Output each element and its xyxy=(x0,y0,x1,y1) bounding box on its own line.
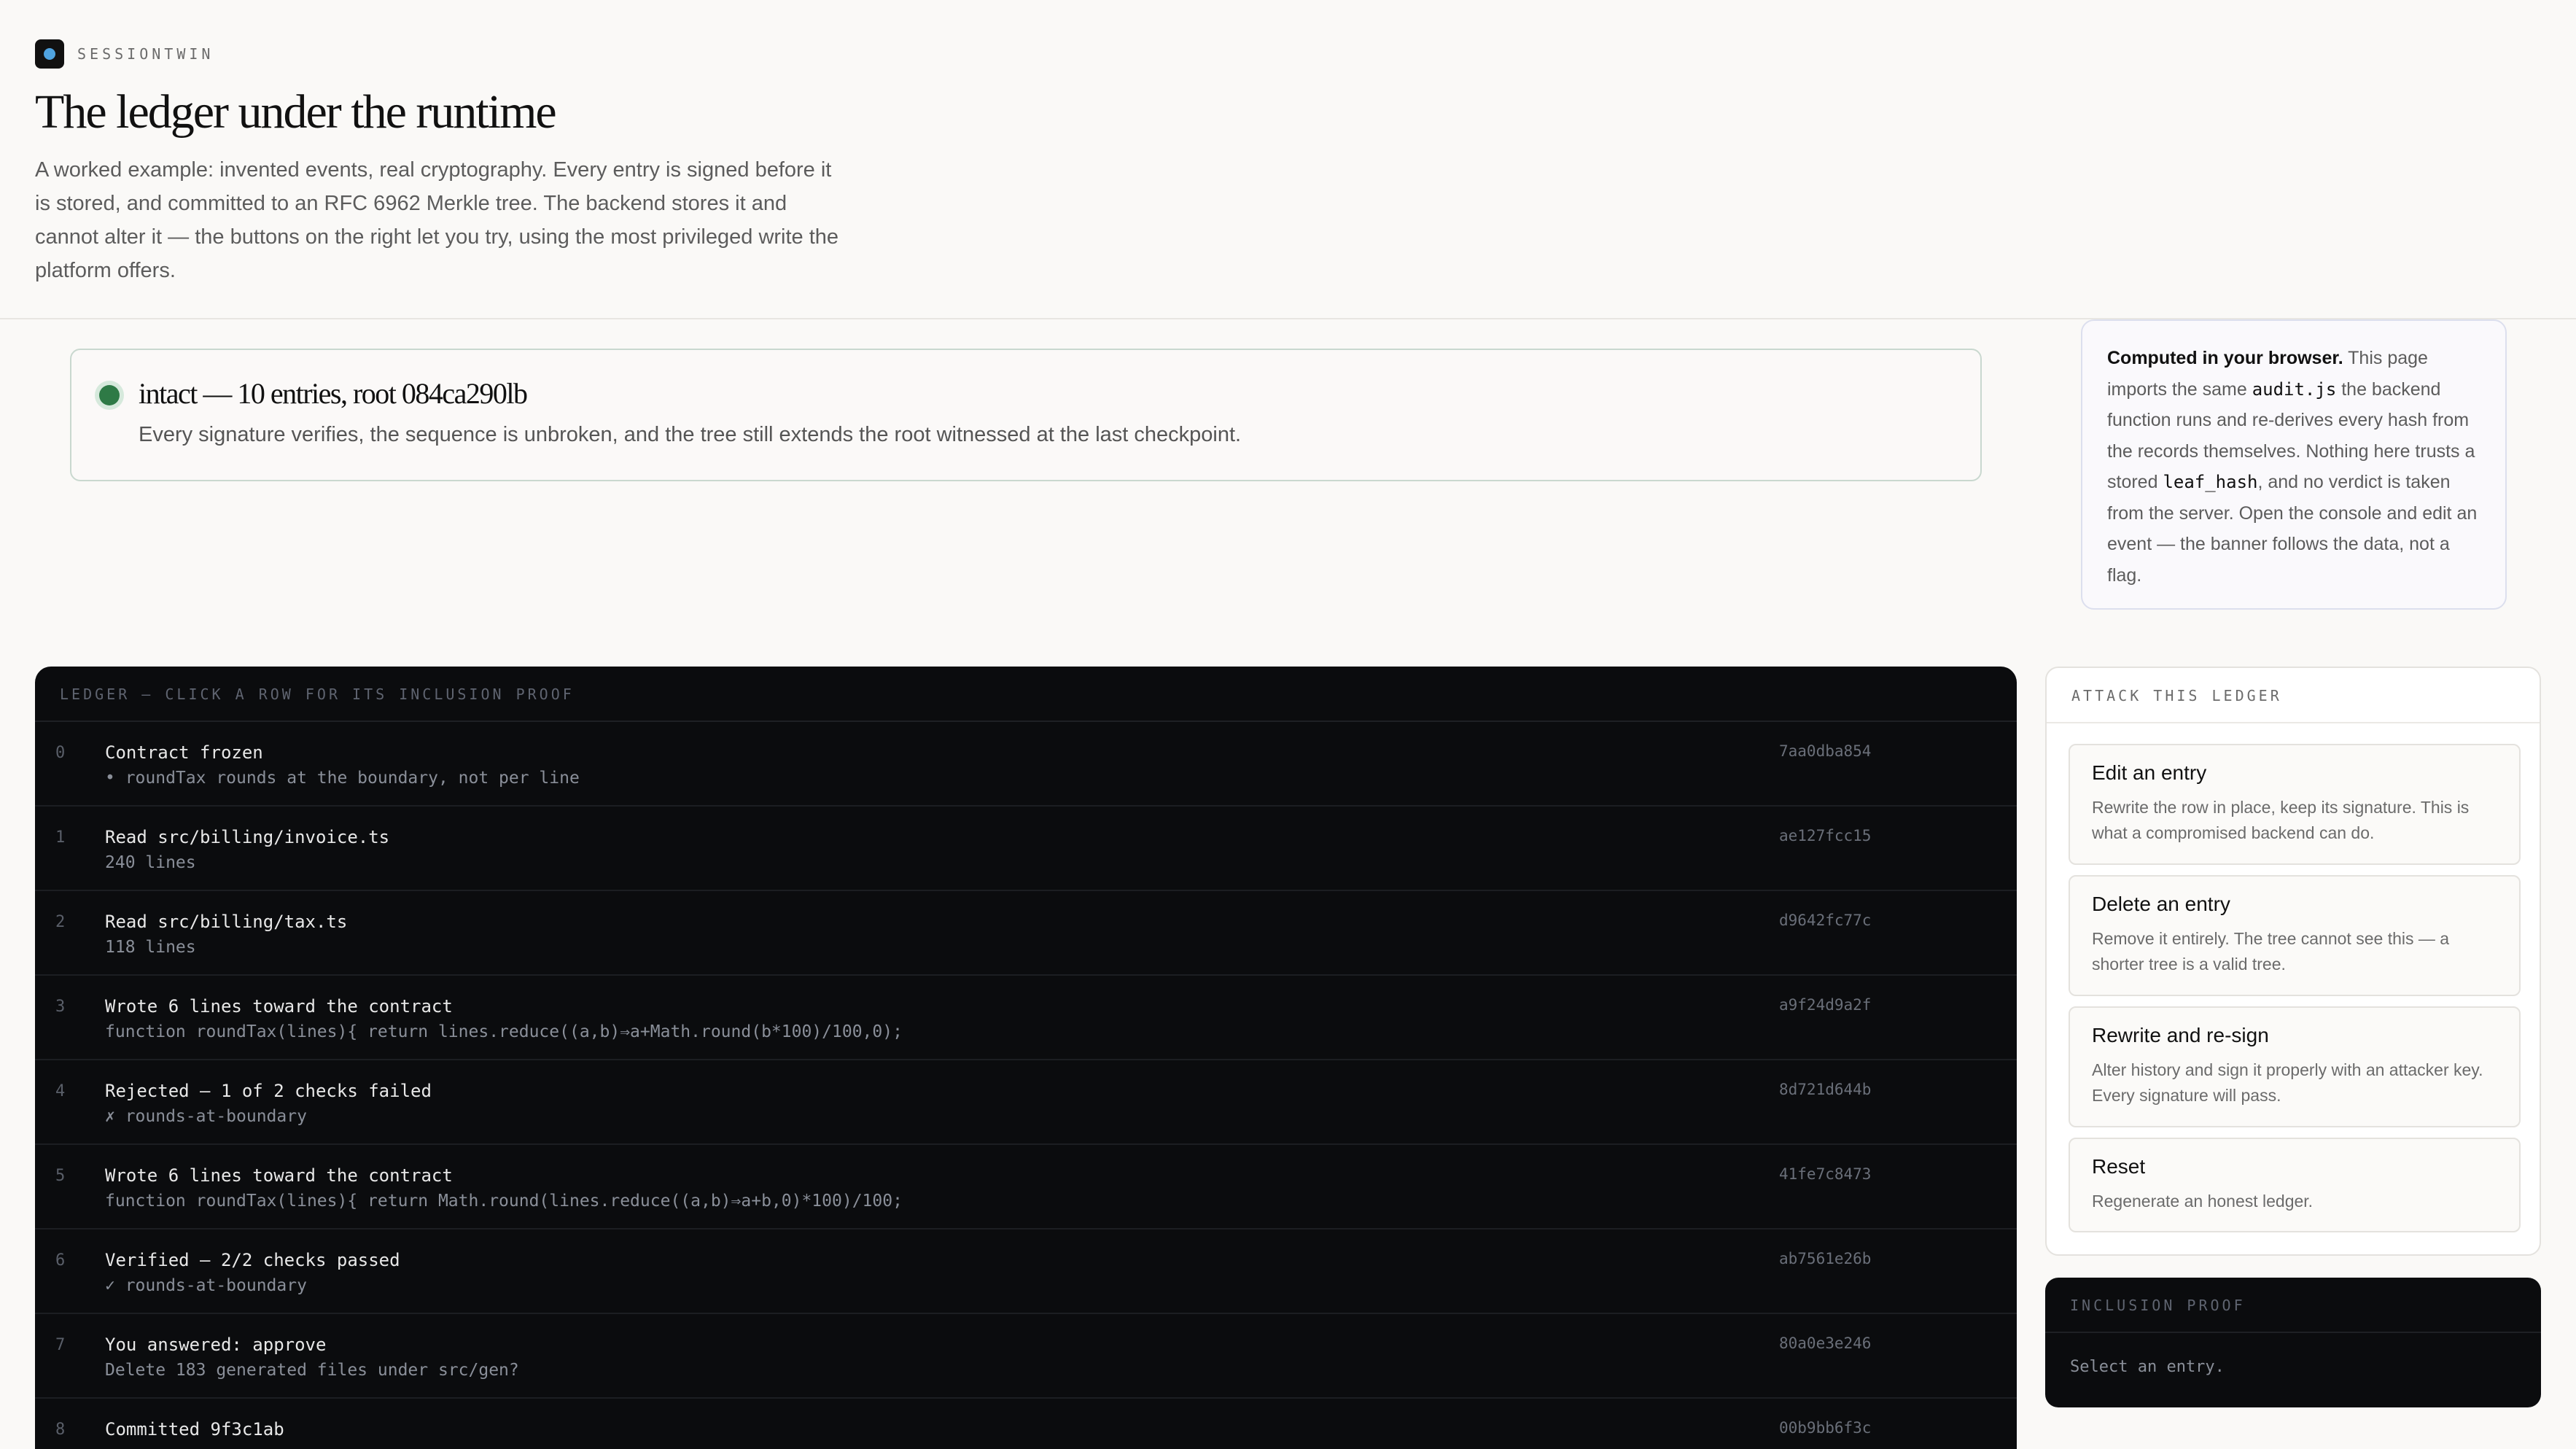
row-index: 8 xyxy=(55,1421,66,1439)
ledger-row[interactable]: 2 Read src/billing/tax.ts 118 lines d9642fc… xyxy=(35,891,2017,976)
card-description: Alter history and sign it properly with … xyxy=(2092,1060,2483,1105)
ledger-row[interactable]: 3 Wrote 6 lines toward the contract functi… xyxy=(35,976,2017,1060)
row-hash: 80a0e3e246 xyxy=(1779,1335,1872,1352)
edit-entry-button[interactable]: Edit an entry Rewrite the row in place, … xyxy=(2069,744,2521,865)
ledger-row[interactable]: 8 Committed 9f3c1ab 00b9bb6f3c xyxy=(35,1399,2017,1449)
row-detail: function roundTax(lines){ return Math.ro… xyxy=(105,1192,903,1211)
row-detail: Delete 183 generated files under src/gen… xyxy=(105,1361,519,1380)
row-title: Verified — 2/2 checks passed xyxy=(105,1250,400,1270)
row-title: Wrote 6 lines toward the contract xyxy=(105,996,453,1017)
row-index: 4 xyxy=(55,1082,66,1100)
status-description: Every signature verifies, the sequence i… xyxy=(139,423,1242,446)
dot-logo-icon xyxy=(35,39,64,69)
row-index: 1 xyxy=(55,828,66,847)
intro-paragraph: A worked example: invented events, real … xyxy=(35,158,839,282)
rewrite-resign-button[interactable]: Rewrite and re-sign Alter history and si… xyxy=(2069,1006,2521,1127)
ledger-panel: LEDGER — CLICK A ROW FOR ITS INCLUSION P… xyxy=(35,667,2017,1449)
row-detail: 240 lines xyxy=(105,853,196,872)
row-title: Read src/billing/invoice.ts xyxy=(105,827,390,847)
card-title: Edit an entry xyxy=(2092,761,2207,784)
brand: SESSIONTWIN xyxy=(35,39,214,69)
row-index: 7 xyxy=(55,1336,66,1354)
row-hash: d9642fc77c xyxy=(1779,912,1872,929)
row-title: Wrote 6 lines toward the contract xyxy=(105,1165,453,1186)
row-title: Contract frozen xyxy=(105,742,263,763)
attack-panel: ATTACK THIS LEDGER Edit an entry Rewrite… xyxy=(2045,667,2541,1256)
row-detail: 118 lines xyxy=(105,938,196,957)
proof-placeholder: Select an entry. xyxy=(2070,1358,2225,1376)
row-detail: function roundTax(lines){ return lines.r… xyxy=(105,1022,903,1041)
reset-button[interactable]: Reset Regenerate an honest ledger. xyxy=(2069,1138,2521,1232)
inclusion-proof-panel: INCLUSION PROOF Select an entry. xyxy=(2045,1278,2541,1407)
row-detail: ✗ rounds-at-boundary xyxy=(105,1107,307,1126)
note-code-leafhash: leaf_hash xyxy=(2163,472,2258,492)
row-title: Committed 9f3c1ab xyxy=(105,1419,284,1440)
ledger-row[interactable]: 1 Read src/billing/invoice.ts 240 lines ae1… xyxy=(35,807,2017,891)
note-code-audit: audit.js xyxy=(2252,378,2337,400)
page-title: The ledger under the runtime xyxy=(35,85,557,139)
row-hash: ae127fcc15 xyxy=(1779,827,1872,844)
row-index: 5 xyxy=(55,1167,66,1185)
card-description: Regenerate an honest ledger. xyxy=(2092,1192,2314,1211)
brand-name: SESSIONTWIN xyxy=(77,45,214,63)
row-index: 3 xyxy=(55,998,66,1016)
row-title: Rejected — 1 of 2 checks failed xyxy=(105,1081,432,1101)
card-title: Delete an entry xyxy=(2092,893,2230,915)
status-ok-icon xyxy=(99,385,120,405)
note-lead: Computed in your browser. xyxy=(2107,348,2343,368)
card-description: Remove it entirely. The tree cannot see … xyxy=(2092,929,2450,974)
status-banner: intact — 10 entries, root 084ca290lb Eve… xyxy=(70,349,1982,481)
attack-header: ATTACK THIS LEDGER xyxy=(2047,668,2540,723)
row-detail: • roundTax rounds at the boundary, not p… xyxy=(105,769,580,788)
proof-header: INCLUSION PROOF xyxy=(2045,1278,2541,1333)
card-description: Rewrite the row in place, keep its signa… xyxy=(2092,798,2470,842)
row-hash: 41fe7c8473 xyxy=(1779,1165,1872,1183)
row-index: 6 xyxy=(55,1251,66,1270)
ledger-header: LEDGER — CLICK A ROW FOR ITS INCLUSION P… xyxy=(35,667,2017,722)
row-hash: ab7561e26b xyxy=(1779,1250,1872,1267)
ledger-row[interactable]: 7 You answered: approve Delete 183 generat… xyxy=(35,1314,2017,1399)
ledger-row[interactable]: 4 Rejected — 1 of 2 checks failed ✗ rounds… xyxy=(35,1060,2017,1145)
row-detail: ✓ rounds-at-boundary xyxy=(105,1276,307,1295)
ledger-row[interactable]: 6 Verified — 2/2 checks passed ✓ rounds-at… xyxy=(35,1229,2017,1314)
browser-computation-note: Computed in your browser. This page impo… xyxy=(2081,319,2507,610)
ledger-row[interactable]: 0 Contract frozen • roundTax rounds at the… xyxy=(35,722,2017,807)
row-index: 0 xyxy=(55,744,66,762)
row-hash: 00b9bb6f3c xyxy=(1779,1419,1872,1437)
status-title: intact — 10 entries, root 084ca290lb xyxy=(139,377,528,410)
row-index: 2 xyxy=(55,913,66,931)
row-hash: 7aa0dba854 xyxy=(1779,742,1872,760)
card-title: Rewrite and re-sign xyxy=(2092,1024,2269,1046)
row-title: Read src/billing/tax.ts xyxy=(105,912,348,932)
row-hash: 8d721d644b xyxy=(1779,1081,1872,1098)
row-title: You answered: approve xyxy=(105,1335,327,1355)
ledger-row[interactable]: 5 Wrote 6 lines toward the contract functi… xyxy=(35,1145,2017,1229)
row-hash: a9f24d9a2f xyxy=(1779,996,1872,1014)
card-title: Reset xyxy=(2092,1155,2146,1178)
delete-entry-button[interactable]: Delete an entry Remove it entirely. The … xyxy=(2069,875,2521,996)
